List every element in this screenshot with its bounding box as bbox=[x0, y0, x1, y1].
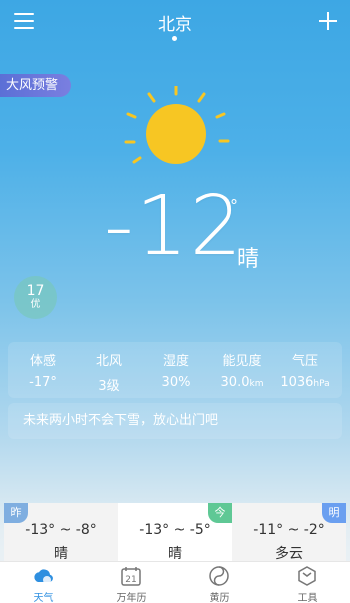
nav-weather[interactable]: 天气 bbox=[0, 562, 87, 603]
detail-feels-like: 体感 -17° bbox=[8, 342, 78, 390]
detail-label: 湿度 bbox=[162, 354, 189, 369]
detail-humidity: 湿度 30% bbox=[141, 342, 211, 390]
detail-value: 3级 bbox=[98, 379, 120, 394]
day-temp-range: -11° ~ -2° bbox=[253, 522, 325, 538]
detail-value: 30.0 bbox=[220, 375, 250, 390]
day-condition: 晴 bbox=[168, 546, 182, 562]
degree-symbol: ° bbox=[230, 196, 238, 215]
nav-label: 万年历 bbox=[116, 593, 147, 603]
day-card-yesterday[interactable]: 昨 -13° ~ -8° 晴 bbox=[4, 503, 118, 562]
day-temp-range: -13° ~ -5° bbox=[139, 522, 211, 538]
top-bar: 北京 bbox=[0, 0, 350, 46]
nav-calendar[interactable]: 21 万年历 bbox=[88, 562, 175, 603]
calendar-icon: 21 bbox=[121, 567, 141, 586]
aqi-level: 优 bbox=[30, 299, 41, 310]
aqi-badge[interactable]: 17 优 bbox=[14, 276, 57, 319]
detail-label: 能见度 bbox=[222, 354, 262, 369]
nav-tools[interactable]: 工具 bbox=[264, 562, 350, 603]
day-condition: 晴 bbox=[54, 546, 68, 562]
detail-value: -17° bbox=[29, 375, 57, 390]
detail-value: 1036 bbox=[280, 375, 314, 390]
nav-almanac[interactable]: 黄历 bbox=[176, 562, 263, 603]
detail-label: 气压 bbox=[291, 354, 318, 369]
day-card-tomorrow[interactable]: 明 -11° ~ -2° 多云 bbox=[232, 503, 346, 562]
day-card-today[interactable]: 今 -13° ~ -5° 晴 bbox=[118, 503, 232, 562]
day-temp-range: -13° ~ -8° bbox=[25, 522, 97, 538]
almanac-icon bbox=[209, 566, 229, 586]
current-temperature: -12 bbox=[104, 179, 244, 274]
current-condition: 晴 bbox=[237, 247, 260, 272]
detail-label: 体感 bbox=[29, 354, 56, 369]
aqi-value: 17 bbox=[26, 283, 45, 299]
day-condition: 多云 bbox=[275, 546, 303, 562]
sun-icon bbox=[124, 86, 230, 164]
tomorrow-tag: 明 bbox=[322, 503, 346, 523]
city-name[interactable]: 北京 bbox=[0, 10, 350, 35]
tools-icon bbox=[298, 566, 316, 586]
detail-pressure: 气压 1036hPa bbox=[270, 342, 340, 390]
bottom-nav: 天气 21 万年历 黄历 工具 bbox=[0, 561, 350, 603]
add-city-icon[interactable] bbox=[318, 11, 338, 31]
today-tag: 今 bbox=[208, 503, 232, 523]
detail-label: 北风 bbox=[95, 354, 122, 369]
nav-label: 黄历 bbox=[209, 593, 230, 603]
nav-label: 工具 bbox=[297, 593, 318, 603]
nav-label: 天气 bbox=[33, 593, 54, 603]
yesterday-tag: 昨 bbox=[4, 503, 28, 523]
detail-wind: 北风 3级 bbox=[74, 342, 144, 394]
weather-icon bbox=[34, 569, 53, 584]
wind-alert-badge[interactable]: 大风预警 bbox=[0, 74, 71, 97]
detail-visibility: 能见度 30.0km bbox=[207, 342, 277, 390]
page-indicator-dot bbox=[172, 36, 177, 41]
precipitation-tip[interactable]: 未来两小时不会下雪，放心出门吧 bbox=[8, 403, 342, 439]
svg-text:21: 21 bbox=[125, 575, 136, 585]
weather-details-panel: 体感 -17° 北风 3级 湿度 30% 能见度 30.0km 气压 1036h… bbox=[8, 342, 342, 398]
detail-value: 30% bbox=[161, 375, 191, 390]
